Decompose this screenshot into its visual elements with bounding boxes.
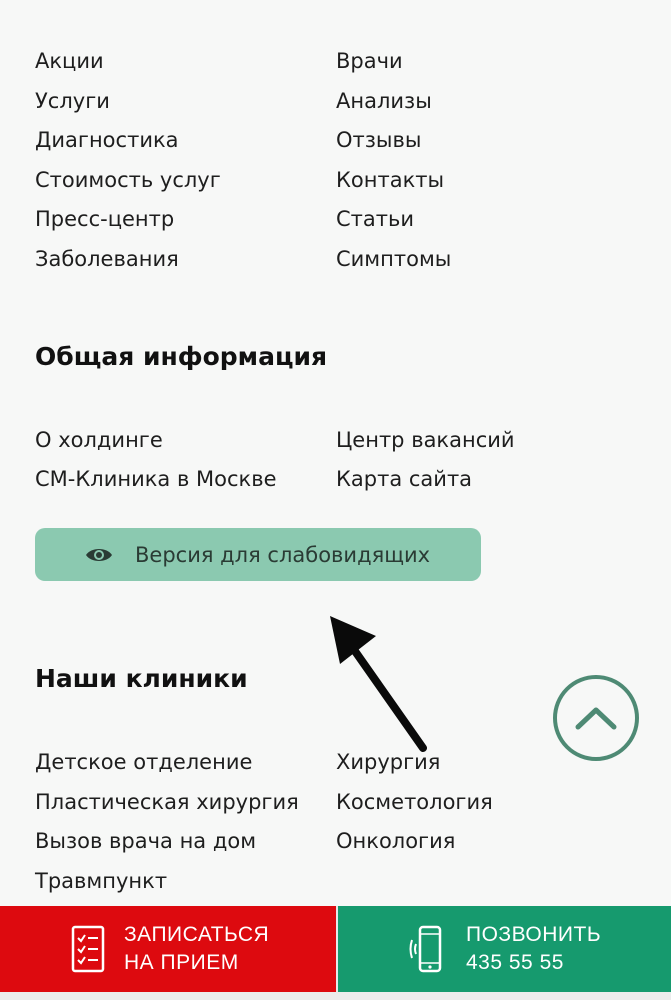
menu-link-doctors[interactable]: Врачи [336, 48, 403, 74]
call-button[interactable]: ПОЗВОНИТЬ 435 55 55 [336, 906, 671, 992]
call-label: ПОЗВОНИТЬ 435 55 55 [466, 923, 602, 974]
menu-link-prices[interactable]: Стоимость услуг [35, 167, 221, 193]
clinic-link-home-visit[interactable]: Вызов врача на дом [35, 828, 256, 854]
menu-link-diagnostics[interactable]: Диагностика [35, 127, 179, 153]
scroll-to-top-button[interactable] [553, 675, 639, 761]
menu-link-promotions[interactable]: Акции [35, 48, 104, 74]
menu-link-tests[interactable]: Анализы [336, 88, 432, 114]
menu-link-symptoms[interactable]: Симптомы [336, 246, 451, 272]
clinic-link-trauma[interactable]: Травмпункт [35, 868, 167, 894]
menu-link-articles[interactable]: Статьи [336, 206, 414, 232]
book-appointment-button[interactable]: ЗАПИСАТЬСЯ НА ПРИЕМ [0, 906, 336, 992]
accessibility-version-button[interactable]: Версия для слабовидящих [35, 528, 481, 581]
clinic-link-plastic[interactable]: Пластическая хирургия [35, 789, 299, 815]
menu-link-services[interactable]: Услуги [35, 88, 110, 114]
annotation-arrow [330, 616, 427, 752]
chevron-up-icon [575, 707, 617, 730]
book-appointment-label: ЗАПИСАТЬСЯ НА ПРИЕМ [124, 923, 270, 974]
info-link-vacancies[interactable]: Центр вакансий [336, 427, 515, 453]
bottom-action-bar: ЗАПИСАТЬСЯ НА ПРИЕМ ПОЗВОНИТЬ 435 55 55 [0, 906, 671, 992]
menu-link-press-center[interactable]: Пресс-центр [35, 206, 174, 232]
clinic-link-pediatric[interactable]: Детское отделение [35, 749, 252, 775]
menu-link-contacts[interactable]: Контакты [336, 167, 444, 193]
general-info-heading: Общая информация [35, 342, 328, 371]
info-link-moscow[interactable]: СМ-Клиника в Москве [35, 466, 277, 492]
info-link-sitemap[interactable]: Карта сайта [336, 466, 472, 492]
accessibility-version-label: Версия для слабовидящих [135, 542, 431, 567]
bottom-strip [0, 992, 671, 1000]
checklist-icon [71, 925, 105, 973]
clinic-link-surgery[interactable]: Хирургия [336, 749, 440, 775]
menu-link-diseases[interactable]: Заболевания [35, 246, 179, 272]
info-link-holding[interactable]: О холдинге [35, 427, 163, 453]
clinic-link-cosmetology[interactable]: Косметология [336, 789, 493, 815]
footer-page: Акции Услуги Диагностика Стоимость услуг… [0, 0, 671, 1000]
clinic-link-oncology[interactable]: Онкология [336, 828, 455, 854]
clinics-heading: Наши клиники [35, 664, 248, 693]
eye-icon [86, 548, 112, 561]
menu-link-reviews[interactable]: Отзывы [336, 127, 421, 153]
phone-icon [409, 925, 442, 973]
